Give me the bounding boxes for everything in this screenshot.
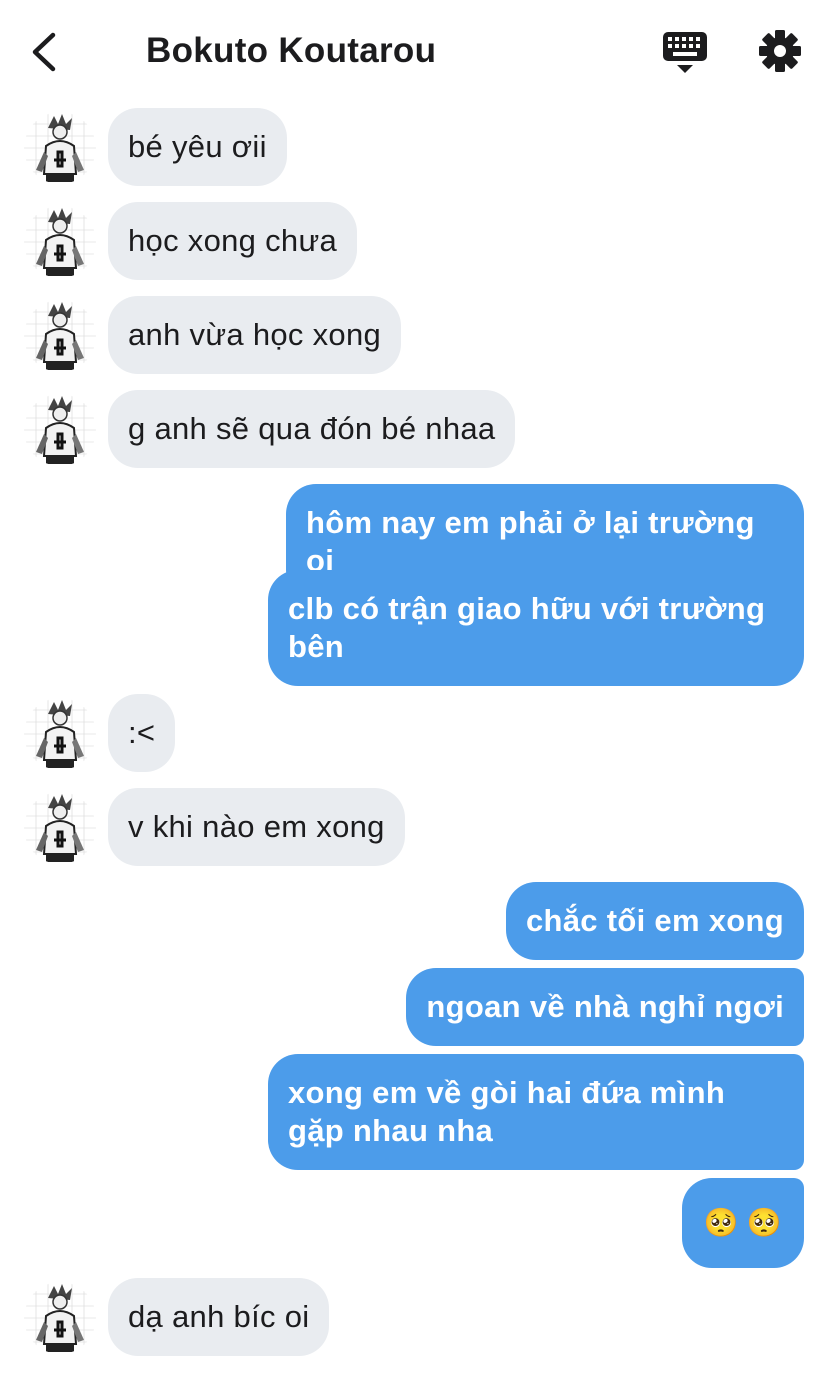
avatar[interactable] [24,1282,96,1354]
avatar-image [24,112,96,184]
outgoing-message-bubble[interactable]: xong em về gòi hai đứa mình gặp nhau nha [268,1054,804,1170]
avatar[interactable] [24,698,96,770]
avatar-image [24,394,96,466]
avatar-image [24,698,96,770]
incoming-message-bubble[interactable]: g anh sẽ qua đón bé nhaa [108,390,516,468]
avatar[interactable] [24,206,96,278]
avatar-image [24,792,96,864]
incoming-message-bubble[interactable]: anh vừa học xong [108,296,402,374]
avatar[interactable] [24,792,96,864]
message-thread[interactable]: bé yêu ơii học xong chưa anh vừa học xon… [0,0,828,1379]
incoming-message-bubble[interactable]: v khi nào em xong [108,788,405,866]
incoming-message-bubble[interactable]: bé yêu ơii [108,108,287,186]
outgoing-message-bubble[interactable]: chắc tối em xong [505,882,804,960]
incoming-message-bubble[interactable]: dạ anh bíc oi [108,1278,330,1356]
incoming-message-bubble[interactable]: học xong chưa [108,202,358,280]
outgoing-emoji-bubble[interactable]: 🥺 🥺 [681,1178,804,1268]
avatar[interactable] [24,394,96,466]
outgoing-message-bubble[interactable]: clb có trận giao hữu với trường bên [268,570,804,686]
avatar-image [24,206,96,278]
avatar[interactable] [24,112,96,184]
outgoing-message-bubble[interactable]: ngoan về nhà nghỉ ngơi [406,968,804,1046]
avatar-image [24,1282,96,1354]
incoming-message-bubble[interactable]: :< [108,694,176,772]
avatar-image [24,300,96,372]
avatar[interactable] [24,300,96,372]
